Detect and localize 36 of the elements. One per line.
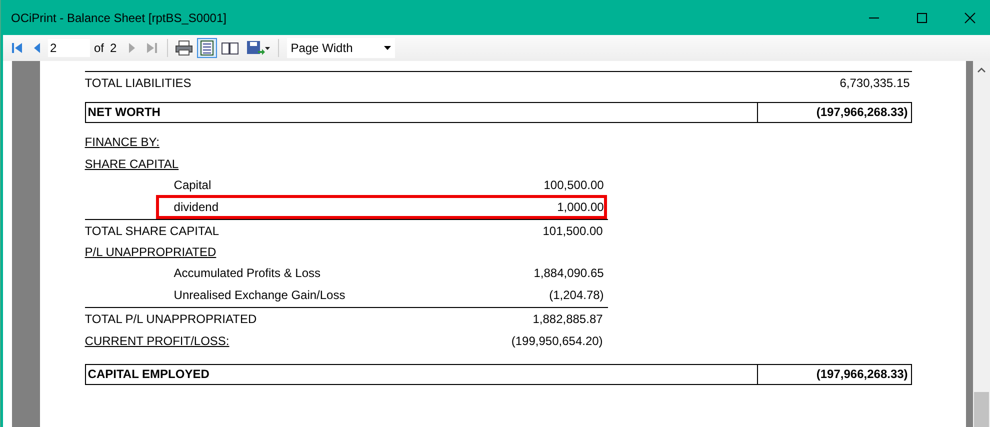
amount: (1,204.78) xyxy=(549,288,604,302)
scroll-up-icon[interactable] xyxy=(977,67,986,73)
row-label: NET WORTH xyxy=(86,104,162,121)
amount: (197,966,268.33) xyxy=(756,103,911,122)
row-label: TOTAL LIABILITIES xyxy=(84,76,192,90)
amount: 6,730,335.15 xyxy=(838,76,911,90)
maximize-icon[interactable] xyxy=(916,12,928,24)
amount: 1,884,090.65 xyxy=(534,266,604,280)
amount: 1,000.00 xyxy=(557,200,604,214)
amount: 100,500.00 xyxy=(544,178,604,192)
amount: (199,950,654.20) xyxy=(511,334,603,348)
amount: 101,500.00 xyxy=(542,224,603,238)
scroll-thumb[interactable] xyxy=(974,392,990,427)
section-heading: CURRENT PROFIT/LOSS: xyxy=(84,334,230,348)
section-heading: SHARE CAPITAL xyxy=(84,157,179,171)
row-label: Unrealised Exchange Gain/Loss xyxy=(174,288,346,302)
row-label: TOTAL SHARE CAPITAL xyxy=(84,224,220,238)
page-number-field[interactable]: 2 xyxy=(48,39,90,57)
caret-icon xyxy=(384,46,391,50)
row-label: CAPITAL EMPLOYED xyxy=(86,366,210,383)
row-label: dividend xyxy=(174,200,218,214)
zoom-dropdown[interactable]: Page Width xyxy=(286,38,395,58)
window-title: OCiPrint - Balance Sheet [rptBS_S0001] xyxy=(11,10,226,24)
page-layout-icon-button[interactable] xyxy=(196,38,217,58)
first-page-icon[interactable] xyxy=(11,41,23,55)
section-heading: P/L UNAPPROPRIATED xyxy=(84,245,216,259)
row-label: Accumulated Profits & Loss xyxy=(174,266,321,280)
section-heading: FINANCE BY: xyxy=(84,135,160,149)
amount: 1,882,885.87 xyxy=(532,312,603,326)
row-label: Capital xyxy=(174,178,212,192)
page-count: 2 xyxy=(110,41,117,55)
row-label: TOTAL P/L UNAPPROPRIATED xyxy=(84,312,257,326)
of-label: of xyxy=(94,41,104,55)
scrollbar[interactable] xyxy=(973,61,990,427)
amount: (197,966,268.33) xyxy=(756,365,911,384)
close-icon[interactable] xyxy=(964,12,976,24)
